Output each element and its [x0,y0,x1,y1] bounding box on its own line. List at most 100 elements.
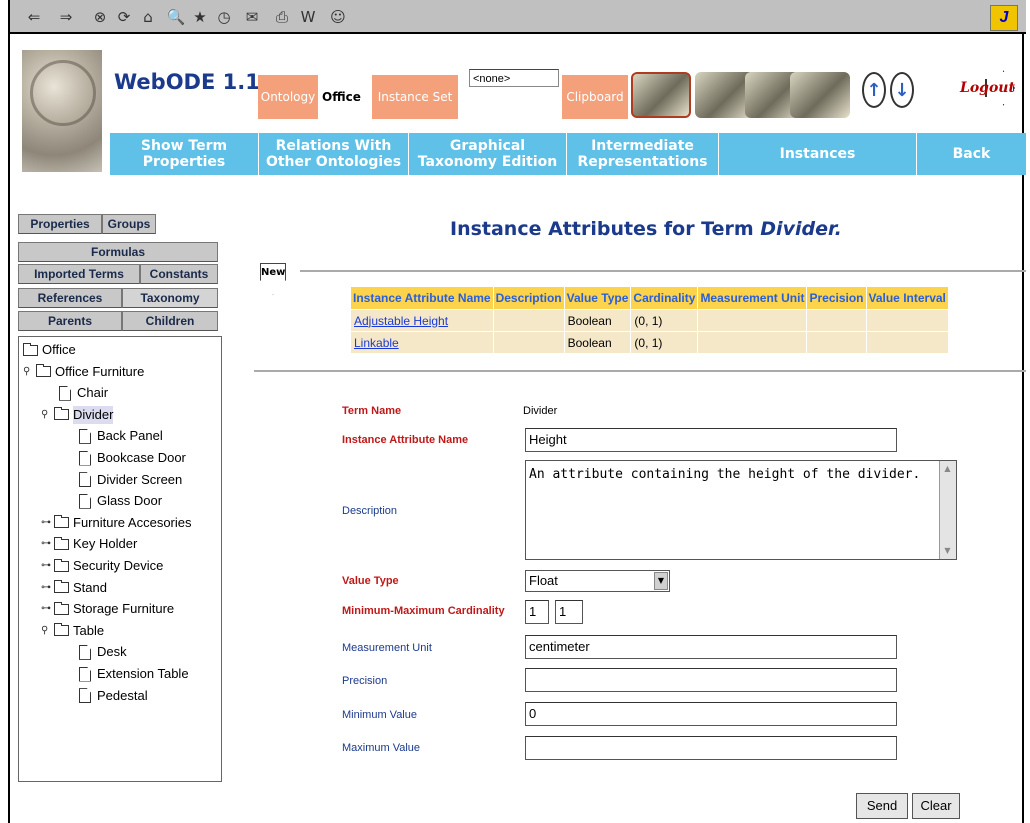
mail-icon[interactable]: ✉ [242,8,262,26]
send-button[interactable]: Send [856,793,908,819]
document-icon [79,472,91,488]
folder-icon [36,364,51,378]
refresh-icon[interactable]: ⟳ [114,8,134,26]
logout-link[interactable]: Logout [960,80,1015,96]
search-icon[interactable]: 🔍 [166,8,186,26]
tree-node[interactable]: ⚲ Office Furniture [23,363,144,381]
clear-button[interactable]: Clear [912,793,960,819]
tree-node[interactable]: Office [23,341,76,359]
tree-node[interactable]: ⊶ Security Device [41,557,163,575]
table-cell: Adjustable Height [350,309,494,332]
tab-parents[interactable]: Parents [18,311,122,331]
attributes-table: Instance Attribute Name Description Value … [350,286,949,354]
tree-node[interactable]: ⊶ Storage Furniture [41,600,174,618]
value-type-select[interactable]: Float ▼ [525,570,670,592]
expand-icon[interactable]: ⊶ [41,579,51,597]
attribute-link[interactable]: Linkable [354,336,399,350]
tree-node[interactable]: Back Panel [79,427,163,445]
history-icon[interactable]: ◷ [214,8,234,26]
minimum-value-input[interactable]: 0 [525,702,897,726]
tab-references[interactable]: References [18,288,122,308]
nav-instances[interactable]: Instances [718,133,916,175]
tab-taxonomy[interactable]: Taxonomy [122,288,218,308]
edit-icon[interactable]: W [298,8,318,26]
new-button[interactable]: New [260,263,286,295]
nav-show-term-properties[interactable]: Show Term Properties [110,133,258,175]
tree-node-label: Storage Furniture [73,601,175,617]
tree-node[interactable]: Extension Table [79,665,189,683]
expand-icon[interactable]: ⊶ [41,557,51,575]
table-cell [806,331,867,354]
expand-icon[interactable]: ⊶ [41,514,51,532]
back-arrow-icon[interactable]: ⇐ [24,8,44,26]
folder-icon [54,515,69,529]
arrow-down-icon[interactable]: ↓ [890,72,914,108]
attribute-link[interactable]: Adjustable Height [354,314,448,328]
table-cell: (0, 1) [630,331,699,354]
precision-input[interactable] [525,668,897,692]
messenger-icon[interactable]: ☺ [328,8,348,26]
scroll-down-icon[interactable]: ▼ [942,545,953,556]
home-icon[interactable]: ⌂ [138,8,158,26]
clipboard-book-icon[interactable] [631,72,691,118]
value-type-label: Value Type [342,575,399,587]
measurement-unit-input[interactable]: centimeter [525,635,897,659]
print-icon[interactable]: ⎙ [272,8,292,26]
instance-set-select[interactable]: <none> [469,69,559,87]
tab-constants[interactable]: Constants [140,264,218,284]
tree-node[interactable]: ⊶ Key Holder [41,535,137,553]
tree-node[interactable]: ⊶ Furniture Accesories [41,514,192,532]
nav-back[interactable]: Back [916,133,1026,175]
tree-node[interactable]: Chair [59,384,108,402]
nav-graphical-taxonomy-edition[interactable]: Graphical Taxonomy Edition [408,133,566,175]
tree-node[interactable]: Bookcase Door [79,449,186,467]
clipboard-book-icon[interactable] [790,72,850,118]
nav-intermediate-representations[interactable]: Intermediate Representations [566,133,718,175]
tab-groups[interactable]: Groups [102,214,156,234]
tree-node[interactable]: Divider Screen [79,471,182,489]
tree-node[interactable]: ⊶ Stand [41,579,107,597]
tab-children[interactable]: Children [122,311,218,331]
chevron-down-icon[interactable]: ▼ [654,572,668,590]
tab-properties[interactable]: Properties [18,214,102,234]
term-name-value: Divider [523,405,558,417]
tree-node[interactable]: ⚲ Divider [41,405,114,424]
collapse-icon[interactable]: ⚲ [23,363,33,381]
collapse-icon[interactable]: ⚲ [41,406,51,424]
description-scrollbar[interactable]: ▲ ▼ [939,461,956,559]
scroll-up-icon[interactable]: ▲ [942,463,953,474]
maximum-value-input[interactable] [525,736,897,760]
ontology-label: Ontology [258,75,318,119]
description-text: An attribute containing the height of th… [529,467,921,482]
tab-formulas[interactable]: Formulas [18,242,218,262]
webode-logo [22,50,102,172]
stop-icon[interactable]: ⊗ [90,8,110,26]
description-label: Description [342,505,398,517]
expand-icon[interactable]: ⊶ [41,600,51,618]
favorites-icon[interactable]: ★ [190,8,210,26]
forward-arrow-icon[interactable]: ⇒ [56,8,76,26]
nav-relations-other-ontologies[interactable]: Relations With Other Ontologies [258,133,408,175]
term-name-label: Term Name [342,405,402,417]
maximum-value-label: Maximum Value [342,742,421,754]
tree-node[interactable]: Desk [79,643,127,661]
collapse-icon[interactable]: ⚲ [41,622,51,640]
description-textarea[interactable]: An attribute containing the height of th… [525,460,957,560]
folder-icon [23,342,38,356]
tree-node[interactable]: ⚲ Table [41,622,104,640]
tab-imported-terms[interactable]: Imported Terms [18,264,140,284]
table-row: Adjustable Height Boolean (0, 1) [350,309,949,332]
cardinality-min-input[interactable]: 1 [525,600,549,624]
tree-node[interactable]: Glass Door [79,492,162,510]
tree-node-label: Key Holder [73,536,138,552]
arrow-up-icon[interactable]: ↑ [862,72,886,108]
tree-node-label: Bookcase Door [97,450,186,465]
value-type-value: Float [529,573,558,588]
tree-node[interactable]: Pedestal [79,687,148,705]
cardinality-max-input[interactable]: 1 [555,600,583,624]
table-cell: Boolean [563,331,632,354]
attribute-name-input[interactable]: Height [525,428,897,452]
ontology-value: Office [322,90,361,104]
folder-icon [54,407,69,421]
expand-icon[interactable]: ⊶ [41,535,51,553]
